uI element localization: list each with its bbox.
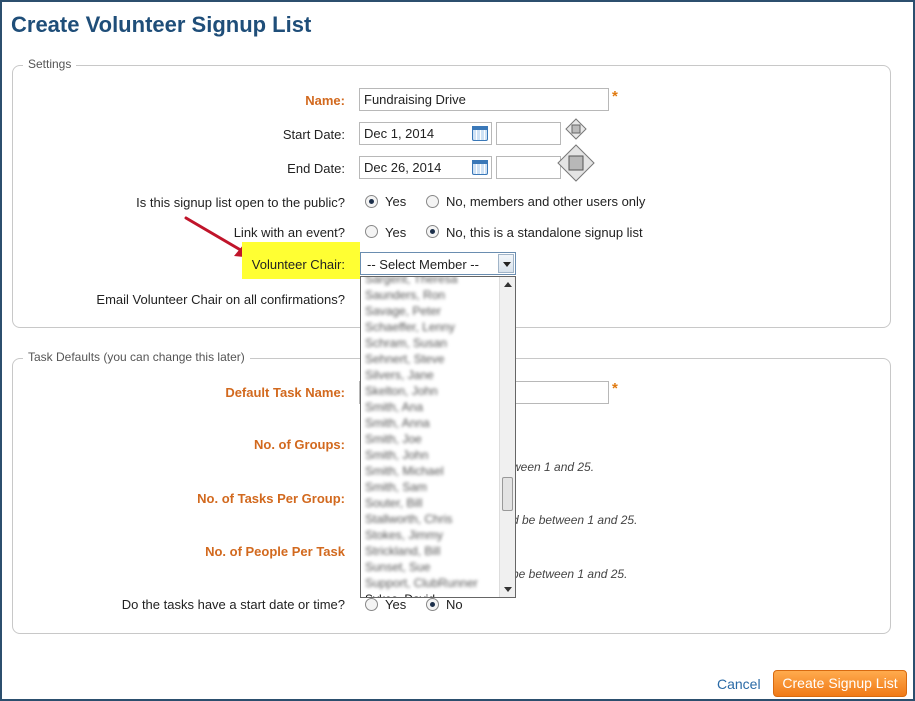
public-yes-label: Yes — [385, 194, 407, 209]
event-no-radio[interactable] — [426, 225, 439, 238]
member-option[interactable]: Strickland, Bill — [361, 543, 499, 559]
chevron-down-icon[interactable] — [498, 254, 514, 273]
public-no-label: No, members and other users only — [446, 194, 646, 209]
member-option[interactable]: Savage, Peter — [361, 303, 499, 319]
time-spinner-icon[interactable] — [556, 143, 596, 183]
task-start-yes-label: Yes — [385, 597, 407, 612]
task-name-required-mark: * — [612, 380, 618, 397]
people-per-task-label: No. of People Per Task — [205, 544, 345, 559]
task-start-no-label: No — [446, 597, 463, 612]
member-option[interactable]: Smith, Michael — [361, 463, 499, 479]
member-option[interactable]: Souter, Bill — [361, 495, 499, 511]
task-start-question-label: Do the tasks have a start date or time? — [121, 597, 345, 612]
volunteer-chair-label: Volunteer Chair: — [251, 257, 345, 272]
member-option[interactable]: Silvers, Jane — [361, 367, 499, 383]
task-defaults-legend: Task Defaults (you can change this later… — [23, 350, 250, 364]
member-option[interactable]: Schaeffer, Lenny — [361, 319, 499, 335]
member-option[interactable]: Smith, Ana — [361, 399, 499, 415]
dropdown-scrollbar[interactable] — [499, 277, 515, 597]
task-start-no-radio[interactable] — [426, 598, 439, 611]
tasks-per-group-label: No. of Tasks Per Group: — [197, 491, 345, 506]
event-no-label: No, this is a standalone signup list — [446, 225, 643, 240]
event-question-label: Link with an event? — [233, 225, 345, 240]
member-option[interactable]: Smith, Sam — [361, 479, 499, 495]
member-option[interactable]: Skelton, John — [361, 383, 499, 399]
member-option[interactable]: Stallworth, Chris — [361, 511, 499, 527]
page-title: Create Volunteer Signup List — [11, 12, 312, 37]
task-start-yes-radio[interactable] — [365, 598, 378, 611]
member-option[interactable]: Smith, John — [361, 447, 499, 463]
member-option[interactable]: Saunders, Ron — [361, 287, 499, 303]
time-spinner-icon[interactable] — [565, 118, 587, 140]
start-time-input[interactable] — [496, 122, 561, 145]
default-task-name-label: Default Task Name: — [225, 385, 345, 400]
groups-label: No. of Groups: — [254, 437, 345, 452]
cancel-link[interactable]: Cancel — [717, 676, 761, 692]
event-yes-label: Yes — [385, 225, 407, 240]
name-input[interactable] — [359, 88, 609, 111]
calendar-icon[interactable] — [472, 126, 488, 141]
scroll-up-icon[interactable] — [504, 282, 512, 287]
public-question-label: Is this signup list open to the public? — [136, 195, 345, 210]
member-option[interactable]: Support, ClubRunner — [361, 575, 499, 591]
create-signup-list-button[interactable]: Create Signup List — [773, 670, 907, 697]
member-option[interactable]: Smith, Anna — [361, 415, 499, 431]
people-per-task-hint: be between 1 and 25. — [512, 567, 628, 581]
name-required-mark: * — [612, 88, 618, 105]
public-no-radio[interactable] — [426, 195, 439, 208]
start-date-label: Start Date: — [282, 127, 345, 142]
member-option[interactable]: Stokes, Jimmy — [361, 527, 499, 543]
end-time-input[interactable] — [496, 156, 561, 179]
email-chair-label: Email Volunteer Chair on all confirmatio… — [96, 292, 345, 307]
calendar-icon[interactable] — [472, 160, 488, 175]
public-yes-radio[interactable] — [365, 195, 378, 208]
end-date-label: End Date: — [287, 161, 345, 176]
dialog-frame: Create Volunteer Signup List Settings Na… — [0, 0, 915, 701]
member-option[interactable]: Schram, Susan — [361, 335, 499, 351]
member-option[interactable]: Sunset, Sue — [361, 559, 499, 575]
volunteer-chair-value: -- Select Member -- — [367, 257, 479, 272]
name-label: Name: — [305, 93, 345, 108]
scroll-thumb[interactable] — [502, 477, 513, 511]
groups-hint: ween 1 and 25. — [512, 460, 595, 474]
member-option[interactable]: Smith, Joe — [361, 431, 499, 447]
scroll-down-icon[interactable] — [504, 587, 512, 592]
event-yes-radio[interactable] — [365, 225, 378, 238]
member-dropdown-list[interactable]: Sargent, Theresa Saunders, Ron Savage, Pet… — [360, 276, 516, 598]
member-option[interactable]: Sehnert, Steve — [361, 351, 499, 367]
member-option[interactable]: Sykes, David — [361, 591, 499, 597]
member-option[interactable]: Sargent, Theresa — [361, 277, 499, 287]
tasks-per-group-hint: d be between 1 and 25. — [512, 513, 638, 527]
member-option-list: Sargent, Theresa Saunders, Ron Savage, Pet… — [361, 277, 499, 597]
volunteer-chair-select[interactable]: -- Select Member -- — [360, 252, 516, 275]
settings-legend: Settings — [23, 57, 77, 71]
